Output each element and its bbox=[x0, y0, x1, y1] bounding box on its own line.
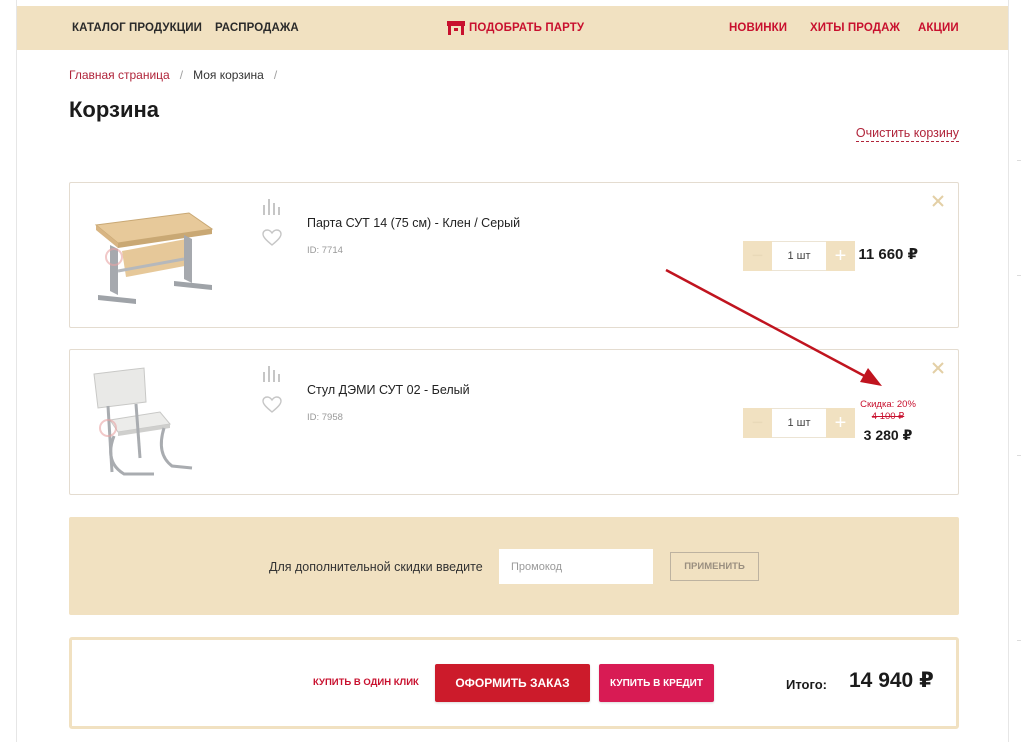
one-click-buy-link[interactable]: Купить в один клик bbox=[313, 677, 419, 688]
item-price: 3 280 ₽ bbox=[863, 427, 913, 443]
top-nav: Каталог продукции Распродажа Подобрать п… bbox=[17, 6, 1008, 50]
total-label: Итого: bbox=[786, 677, 827, 692]
promo-section: Для дополнительной скидки введите Примен… bbox=[69, 517, 959, 615]
heart-icon[interactable] bbox=[262, 229, 282, 247]
chair-image bbox=[93, 367, 193, 476]
qty-minus-button[interactable]: − bbox=[743, 241, 772, 271]
discounted-price: Скидка: 20% 4 100 ₽ 3 280 ₽ bbox=[848, 399, 928, 445]
product-title[interactable]: Стул ДЭМИ СУТ 02 - Белый bbox=[307, 383, 470, 397]
promo-label: Для дополнительной скидки введите bbox=[269, 560, 483, 574]
discount-label: Скидка: 20% bbox=[860, 399, 916, 410]
edge-mark bbox=[1017, 275, 1021, 276]
item-actions bbox=[262, 197, 284, 247]
product-title[interactable]: Парта СУТ 14 (75 см) - Клен / Серый bbox=[307, 216, 520, 230]
quantity-stepper: − 1 шт + bbox=[743, 408, 855, 438]
heart-icon[interactable] bbox=[262, 396, 282, 414]
nav-hits[interactable]: Хиты продаж bbox=[810, 6, 900, 50]
edge-mark bbox=[1017, 160, 1021, 161]
page-title: Корзина bbox=[69, 97, 159, 122]
desk-icon bbox=[447, 21, 465, 35]
product-id: ID: 7958 bbox=[307, 412, 343, 423]
close-icon[interactable] bbox=[930, 193, 946, 209]
desk-image bbox=[94, 212, 214, 304]
edge-mark bbox=[1017, 455, 1021, 456]
product-id: ID: 7714 bbox=[307, 245, 343, 256]
compare-icon[interactable] bbox=[262, 364, 282, 382]
close-icon[interactable] bbox=[930, 360, 946, 376]
breadcrumb-home[interactable]: Главная страница bbox=[69, 68, 170, 82]
edge-mark bbox=[1017, 640, 1021, 641]
clear-cart-link[interactable]: Очистить корзину bbox=[855, 126, 959, 142]
compare-icon[interactable] bbox=[262, 197, 282, 215]
old-price: 4 100 ₽ bbox=[871, 411, 905, 422]
nav-sale[interactable]: Распродажа bbox=[215, 6, 299, 50]
qty-plus-button[interactable]: + bbox=[826, 241, 855, 271]
promo-code-input[interactable] bbox=[499, 549, 653, 584]
product-image-desk[interactable] bbox=[84, 195, 224, 315]
nav-promotions[interactable]: Акции bbox=[918, 6, 959, 50]
nav-pick-desk[interactable]: Подобрать парту bbox=[447, 6, 584, 50]
order-summary: Купить в один клик Оформить заказ Купить… bbox=[69, 637, 959, 729]
page-frame-left bbox=[16, 0, 17, 742]
qty-input[interactable]: 1 шт bbox=[772, 408, 826, 438]
breadcrumb-separator: / bbox=[273, 68, 278, 82]
total-value: 14 940 ₽ bbox=[849, 669, 934, 692]
item-actions bbox=[262, 364, 284, 414]
checkout-button[interactable]: Оформить заказ bbox=[435, 664, 590, 702]
qty-input[interactable]: 1 шт bbox=[772, 241, 826, 271]
apply-promo-button[interactable]: Применить bbox=[670, 552, 759, 581]
quantity-stepper: − 1 шт + bbox=[743, 241, 855, 271]
breadcrumb-current: Моя корзина bbox=[193, 68, 264, 82]
product-image-chair[interactable] bbox=[84, 362, 224, 482]
cart-item: Парта СУТ 14 (75 см) - Клен / Серый ID: … bbox=[69, 182, 959, 328]
qty-minus-button[interactable]: − bbox=[743, 408, 772, 438]
nav-catalog[interactable]: Каталог продукции bbox=[72, 6, 202, 50]
nav-pick-desk-label: Подобрать парту bbox=[469, 22, 585, 34]
page-frame-right bbox=[1008, 0, 1009, 742]
nav-new[interactable]: Новинки bbox=[729, 6, 787, 50]
breadcrumb: Главная страница / Моя корзина / bbox=[69, 68, 277, 82]
cart-item: Стул ДЭМИ СУТ 02 - Белый ID: 7958 − 1 шт… bbox=[69, 349, 959, 495]
breadcrumb-separator: / bbox=[179, 68, 184, 82]
item-price: 11 660 ₽ bbox=[858, 246, 918, 263]
buy-on-credit-button[interactable]: Купить в кредит bbox=[599, 664, 714, 702]
